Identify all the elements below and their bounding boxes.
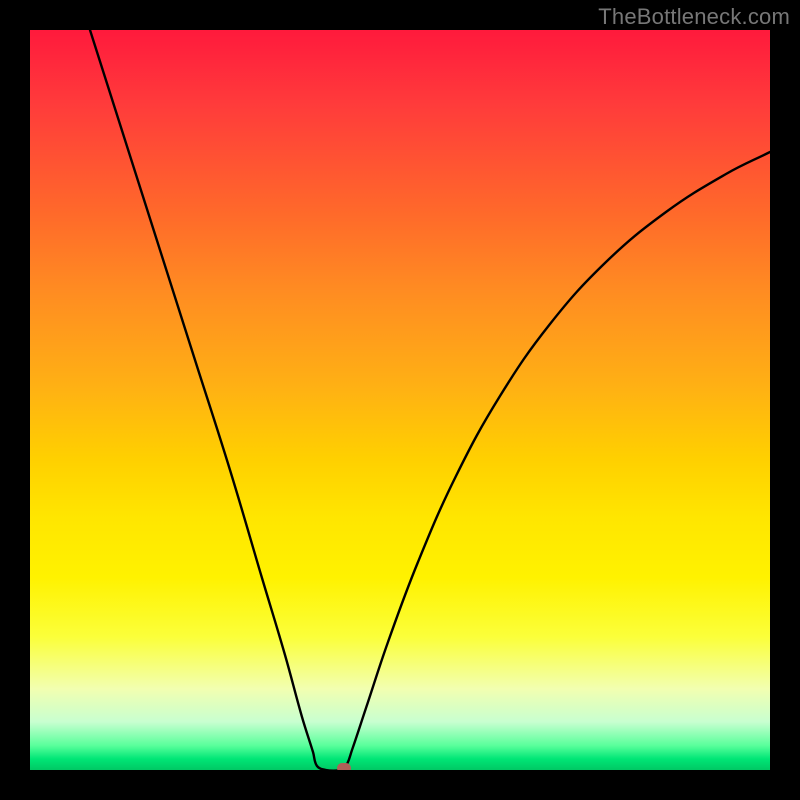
minimum-marker bbox=[337, 763, 351, 770]
curve-svg bbox=[30, 30, 770, 770]
watermark-text: TheBottleneck.com bbox=[598, 4, 790, 30]
plot-area bbox=[30, 30, 770, 770]
bottleneck-curve bbox=[90, 30, 770, 770]
chart-container: TheBottleneck.com bbox=[0, 0, 800, 800]
